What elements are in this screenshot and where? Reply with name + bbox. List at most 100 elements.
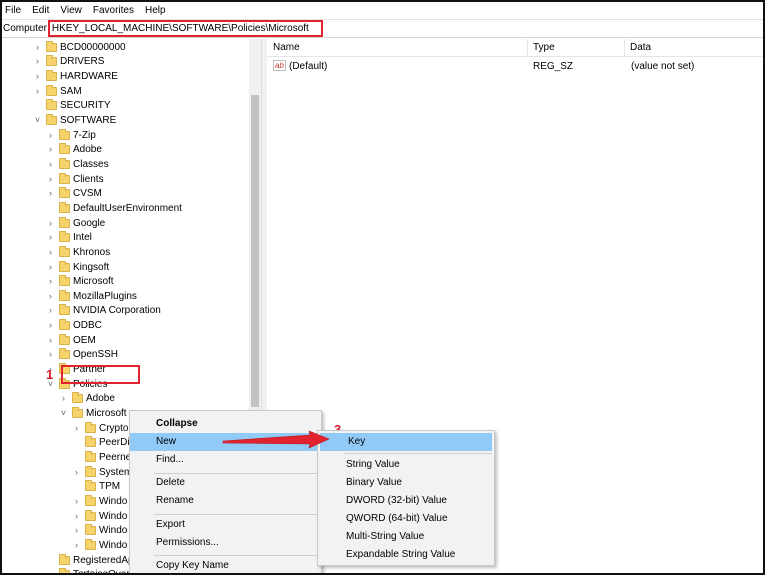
menu-item-rename[interactable]: Rename	[130, 492, 321, 510]
tree-item[interactable]: › Google	[46, 216, 105, 231]
tree-item[interactable]: › Kingsoft	[46, 260, 109, 275]
chevron-down-icon[interactable]: ˅	[33, 116, 42, 125]
chevron-right-icon[interactable]: ›	[46, 570, 55, 573]
menu-item-permissions[interactable]: Permissions...	[130, 534, 321, 552]
tree-item[interactable]: ˅ SOFTWARE	[33, 113, 116, 128]
tree-item[interactable]: › System	[72, 465, 132, 480]
tree-item[interactable]: PeerDis	[72, 436, 135, 451]
tree-item[interactable]: › Intel	[46, 230, 92, 245]
chevron-right-icon[interactable]: ›	[46, 247, 55, 257]
tree-item[interactable]: › OEM	[46, 333, 96, 348]
tree-item[interactable]: › HARDWARE	[33, 69, 118, 84]
chevron-right-icon[interactable]: ›	[33, 42, 42, 52]
chevron-right-icon[interactable]: ›	[72, 423, 81, 433]
chevron-right-icon[interactable]: ›	[72, 496, 81, 506]
column-header-name[interactable]: Name	[267, 42, 300, 53]
address-bar[interactable]: Computer HKEY_LOCAL_MACHINE\SOFTWARE\Pol…	[2, 19, 763, 38]
chevron-right-icon[interactable]: ›	[46, 189, 55, 198]
menu-item-find[interactable]: Find...	[130, 451, 321, 469]
tree-item[interactable]: › Partner	[46, 362, 106, 377]
menu-item-export[interactable]: Export	[130, 516, 321, 534]
tree-item[interactable]: Peerne	[72, 450, 131, 465]
tree-item[interactable]: › SAM	[33, 84, 82, 99]
tree-item[interactable]: › ODBC	[46, 318, 102, 333]
tree-item[interactable]: › Windo	[72, 523, 127, 538]
chevron-right-icon[interactable]: ›	[33, 86, 42, 96]
tree-item[interactable]: › DRIVERS	[33, 55, 104, 70]
chevron-down-icon[interactable]: ˅	[59, 409, 68, 418]
tree-item[interactable]: › Crypto	[72, 421, 128, 436]
tree-item[interactable]: › Microsoft	[46, 274, 114, 289]
menu-view[interactable]: View	[60, 5, 82, 16]
chevron-right-icon[interactable]: ›	[46, 233, 55, 242]
tree-item[interactable]: ˅ Microsoft	[59, 406, 127, 421]
submenu-item-key[interactable]: Key	[320, 433, 492, 451]
submenu-item-multi-string-value[interactable]: Multi-String Value	[318, 528, 494, 546]
chevron-right-icon[interactable]: ›	[72, 511, 81, 521]
chevron-right-icon[interactable]: ›	[72, 467, 81, 477]
chevron-right-icon[interactable]: ›	[72, 526, 81, 535]
tree-item[interactable]: › MozillaPlugins	[46, 289, 137, 304]
chevron-right-icon[interactable]: ›	[33, 72, 42, 81]
tree-item-label: Clients	[73, 173, 104, 185]
chevron-right-icon[interactable]: ›	[46, 291, 55, 301]
menu-item-new[interactable]: New	[130, 433, 321, 451]
chevron-right-icon[interactable]: ›	[59, 394, 68, 403]
tree-item[interactable]: › Adobe	[46, 143, 102, 158]
submenu-item-binary-value[interactable]: Binary Value	[318, 474, 494, 492]
column-header-type[interactable]: Type	[527, 42, 555, 53]
tree-item[interactable]: › NVIDIA Corporation	[46, 304, 161, 319]
submenu-item-dword-value[interactable]: DWORD (32-bit) Value	[318, 492, 494, 510]
folder-icon	[59, 260, 70, 272]
tree-item[interactable]: SECURITY	[33, 99, 111, 114]
tree-item[interactable]: › OpenSSH	[46, 348, 118, 363]
menu-edit[interactable]: Edit	[32, 5, 49, 16]
menu-item-collapse[interactable]: Collapse	[130, 415, 321, 433]
tree-item[interactable]: TPM	[72, 480, 120, 495]
address-path-field[interactable]: HKEY_LOCAL_MACHINE\SOFTWARE\Policies\Mic…	[47, 20, 323, 37]
tree-item[interactable]: RegisteredAp	[46, 553, 134, 568]
chevron-right-icon[interactable]: ›	[46, 262, 55, 272]
tree-item[interactable]: ˅ Policies	[46, 377, 107, 392]
menu-item-delete[interactable]: Delete	[130, 474, 321, 492]
tree-item[interactable]: › Windo	[72, 494, 127, 509]
tree-item[interactable]: DefaultUserEnvironment	[46, 201, 182, 216]
folder-icon	[85, 465, 96, 477]
chevron-right-icon[interactable]: ›	[46, 277, 55, 286]
submenu-item-string-value[interactable]: String Value	[318, 456, 494, 474]
menu-item-copy-key-name[interactable]: Copy Key Name	[130, 557, 321, 573]
tree-item[interactable]: › Classes	[46, 157, 109, 172]
chevron-right-icon[interactable]: ›	[46, 130, 55, 140]
table-row[interactable]: ab (Default) REG_SZ (value not set)	[267, 59, 763, 75]
tree-item-label: Microsoft	[86, 408, 127, 420]
tree-item[interactable]: › CVSM	[46, 187, 102, 202]
registry-editor-window: File Edit View Favorites Help Computer H…	[0, 0, 765, 575]
tree-item[interactable]: › BCD00000000	[33, 40, 126, 55]
tree-item[interactable]: › Clients	[46, 172, 104, 187]
chevron-right-icon[interactable]: ›	[46, 145, 55, 154]
menu-favorites[interactable]: Favorites	[93, 5, 134, 16]
tree-item[interactable]: › 7-Zip	[46, 128, 96, 143]
chevron-right-icon[interactable]: ›	[46, 335, 55, 345]
chevron-right-icon[interactable]: ›	[46, 321, 55, 330]
chevron-right-icon[interactable]: ›	[33, 57, 42, 66]
chevron-right-icon[interactable]: ›	[46, 218, 55, 228]
chevron-right-icon[interactable]: ›	[46, 350, 55, 359]
tree-item[interactable]: › Windo	[72, 538, 127, 553]
submenu-item-qword-value[interactable]: QWORD (64-bit) Value	[318, 510, 494, 528]
menu-help[interactable]: Help	[145, 5, 166, 16]
tree-scrollbar-thumb[interactable]	[251, 95, 259, 407]
chevron-right-icon[interactable]: ›	[72, 540, 81, 550]
menu-file[interactable]: File	[5, 5, 21, 16]
tree-item[interactable]: › Windo	[72, 509, 127, 524]
tree-item-label: TPM	[99, 481, 121, 493]
chevron-right-icon[interactable]: ›	[46, 159, 55, 169]
tree-item[interactable]: › Adobe	[59, 392, 115, 407]
tree-item[interactable]: › TortoiseOverl	[46, 567, 132, 573]
column-header-data[interactable]: Data	[624, 42, 651, 53]
submenu-item-expandable-string-value[interactable]: Expandable String Value	[318, 546, 494, 564]
chevron-right-icon[interactable]: ›	[46, 306, 55, 315]
chevron-right-icon[interactable]: ›	[46, 174, 55, 184]
tree-item[interactable]: › Khronos	[46, 245, 110, 260]
folder-icon	[59, 289, 70, 301]
